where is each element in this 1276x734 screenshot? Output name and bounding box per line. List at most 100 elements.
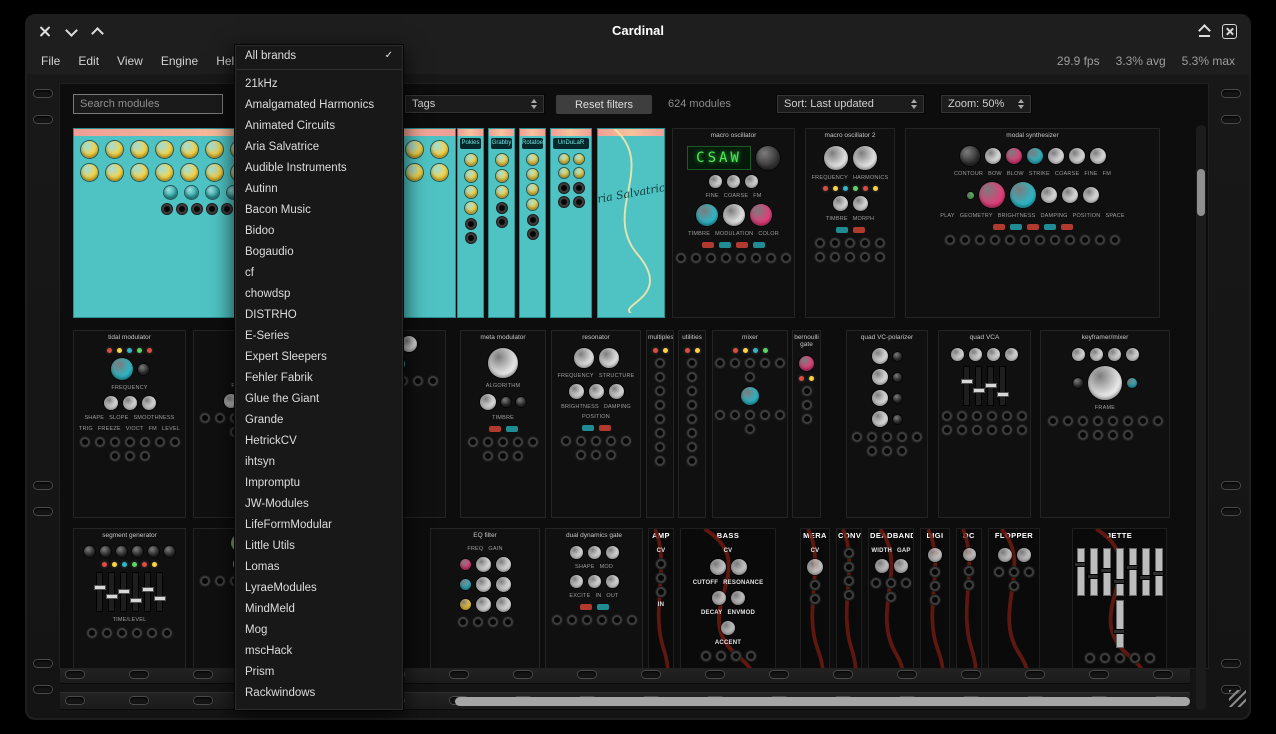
jack-port[interactable] xyxy=(715,410,725,420)
jack-port[interactable] xyxy=(867,432,877,442)
jack-port[interactable] xyxy=(655,386,665,396)
jack-port[interactable] xyxy=(745,358,755,368)
module-card-untitled[interactable]: Aria Salvatrice xyxy=(597,128,665,318)
knob[interactable] xyxy=(731,591,745,605)
module-card-resonator[interactable]: resonatorFREQUENCYSTRUCTUREBRIGHTNESSDAM… xyxy=(551,330,641,518)
jack-port[interactable] xyxy=(574,197,584,207)
jack-port[interactable] xyxy=(972,425,982,435)
knob[interactable] xyxy=(709,175,722,188)
jack-port[interactable] xyxy=(655,372,665,382)
menu-engine[interactable]: Engine xyxy=(161,54,198,68)
knob[interactable] xyxy=(465,202,477,214)
jack-port[interactable] xyxy=(687,358,697,368)
knob[interactable] xyxy=(496,557,511,572)
knob[interactable] xyxy=(480,394,496,410)
brand-menu-item-mschack[interactable]: mscHack xyxy=(235,640,403,661)
module-card-jette[interactable]: JETTE xyxy=(1072,528,1167,668)
jack-port[interactable] xyxy=(760,410,770,420)
knob[interactable] xyxy=(1073,378,1083,388)
jack-port[interactable] xyxy=(987,411,997,421)
jack-port[interactable] xyxy=(687,414,697,424)
jack-port[interactable] xyxy=(687,386,697,396)
knob[interactable] xyxy=(570,575,583,588)
jack-port[interactable] xyxy=(871,578,881,588)
jack-port[interactable] xyxy=(775,410,785,420)
jack-port[interactable] xyxy=(830,238,840,248)
jack-port[interactable] xyxy=(1130,653,1140,663)
jack-port[interactable] xyxy=(1048,416,1058,426)
brand-menu-item-bacon-music[interactable]: Bacon Music xyxy=(235,199,403,220)
jack-port[interactable] xyxy=(574,183,584,193)
boxclose-icon[interactable] xyxy=(1222,24,1237,39)
knob[interactable] xyxy=(570,546,583,559)
slider[interactable] xyxy=(1155,548,1163,596)
knob[interactable] xyxy=(599,348,619,368)
jack-port[interactable] xyxy=(875,238,885,248)
jack-port[interactable] xyxy=(912,432,922,442)
module-card-meta-modulator[interactable]: meta modulatorALGORITHMTIMBRE xyxy=(460,330,546,518)
knob[interactable] xyxy=(853,196,868,211)
jack-port[interactable] xyxy=(1093,416,1103,426)
knob[interactable] xyxy=(206,164,223,181)
knob[interactable] xyxy=(1062,187,1078,203)
jack-port[interactable] xyxy=(746,651,756,661)
jack-port[interactable] xyxy=(730,410,740,420)
jack-port[interactable] xyxy=(815,252,825,262)
jack-port[interactable] xyxy=(567,615,577,625)
jack-port[interactable] xyxy=(844,562,854,572)
jack-port[interactable] xyxy=(781,253,791,263)
jack-port[interactable] xyxy=(483,451,493,461)
brand-menu-item-prism[interactable]: Prism xyxy=(235,661,403,682)
brand-menu-item-jw-modules[interactable]: JW-Modules xyxy=(235,493,403,514)
knob[interactable] xyxy=(123,396,137,410)
knob[interactable] xyxy=(501,397,511,407)
jack-port[interactable] xyxy=(1115,653,1125,663)
jack-port[interactable] xyxy=(852,432,862,442)
jack-port[interactable] xyxy=(528,215,538,225)
jack-port[interactable] xyxy=(975,235,985,245)
jack-port[interactable] xyxy=(964,580,974,590)
module-card-grabby[interactable]: Grabby xyxy=(488,128,515,318)
slider[interactable] xyxy=(1116,600,1124,648)
knob[interactable] xyxy=(893,394,902,403)
knob[interactable] xyxy=(1090,148,1106,164)
knob[interactable] xyxy=(431,164,448,181)
knob[interactable] xyxy=(963,548,976,561)
knob[interactable] xyxy=(969,348,982,361)
knob[interactable] xyxy=(985,148,1001,164)
knob[interactable] xyxy=(106,164,123,181)
module-card-amp[interactable]: AMPCVIN xyxy=(648,528,674,668)
brand-menu-item-rackwindows[interactable]: Rackwindows xyxy=(235,682,403,703)
module-card-undular[interactable]: UnDuLaR xyxy=(550,128,592,318)
jack-port[interactable] xyxy=(766,253,776,263)
brand-menu-item-21khz[interactable]: 21kHz xyxy=(235,73,403,94)
knob[interactable] xyxy=(1126,348,1139,361)
knob[interactable] xyxy=(138,364,149,375)
jack-port[interactable] xyxy=(802,414,812,424)
jack-port[interactable] xyxy=(606,436,616,446)
knob[interactable] xyxy=(476,597,491,612)
knob[interactable] xyxy=(527,184,538,195)
jack-port[interactable] xyxy=(552,615,562,625)
chevron-up-icon[interactable] xyxy=(91,25,103,37)
resize-grip[interactable] xyxy=(1229,690,1246,707)
jack-port[interactable] xyxy=(775,358,785,368)
knob[interactable] xyxy=(574,348,594,368)
slider[interactable] xyxy=(987,366,994,406)
knob[interactable] xyxy=(527,199,538,210)
jack-port[interactable] xyxy=(1123,416,1133,426)
jack-port[interactable] xyxy=(1085,653,1095,663)
knob[interactable] xyxy=(142,396,156,410)
jack-port[interactable] xyxy=(751,253,761,263)
module-card-utilities[interactable]: utilities xyxy=(678,330,706,518)
knob[interactable] xyxy=(745,175,758,188)
jack-port[interactable] xyxy=(582,615,592,625)
jack-port[interactable] xyxy=(655,456,665,466)
knob[interactable] xyxy=(206,186,219,199)
knob[interactable] xyxy=(979,182,1005,208)
knob[interactable] xyxy=(1010,182,1036,208)
knob[interactable] xyxy=(574,154,584,164)
module-card-quad-vc-polarizer[interactable]: quad VC-polarizer xyxy=(846,330,928,518)
menu-view[interactable]: View xyxy=(117,54,143,68)
jack-port[interactable] xyxy=(147,628,157,638)
